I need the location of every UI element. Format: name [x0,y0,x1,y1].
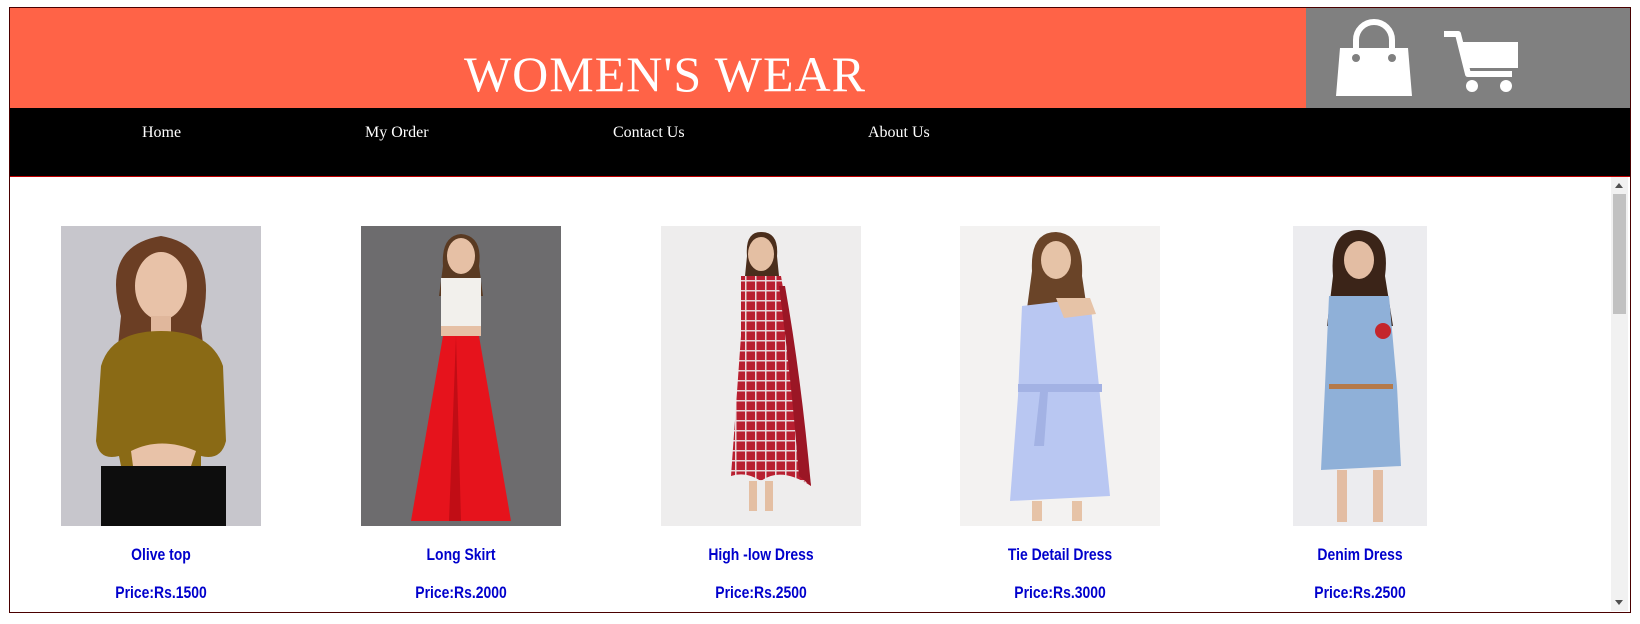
nav-contact-us[interactable]: Contact Us [613,124,685,142]
product-name[interactable]: Long Skirt [363,545,560,565]
content-scrollbar[interactable] [1611,177,1628,611]
product-image[interactable] [61,226,261,526]
main-nav: Home My Order Contact Us About Us [10,108,1630,176]
product-image[interactable] [960,226,1160,526]
shopping-cart-icon[interactable] [1442,28,1522,103]
product-name[interactable]: Olive top [63,545,260,565]
nav-my-order[interactable]: My Order [365,124,429,142]
scroll-down-arrow-icon[interactable] [1615,600,1623,605]
nav-about-us[interactable]: About Us [868,124,930,142]
shopping-bag-icon[interactable] [1334,18,1414,103]
product-name[interactable]: High -low Dress [663,545,860,565]
product-price: Price:Rs.2000 [415,583,507,602]
product-image[interactable] [361,226,561,526]
product-image[interactable] [1293,226,1427,526]
product-price: Price:Rs.3000 [1014,583,1106,602]
product-image[interactable] [661,226,861,526]
site-title: WOMEN'S WEAR [463,46,866,102]
product-name[interactable]: Denim Dress [1262,545,1459,565]
product-name[interactable]: Tie Detail Dress [962,545,1159,565]
product-price: Price:Rs.1500 [115,583,207,602]
product-price: Price:Rs.2500 [715,583,807,602]
scrollbar-thumb[interactable] [1613,194,1626,314]
product-price: Price:Rs.2500 [1314,583,1406,602]
header-icon-panel [1306,8,1630,108]
nav-home[interactable]: Home [142,124,181,142]
scroll-up-arrow-icon[interactable] [1615,183,1623,188]
product-grid: Olive top Price:Rs.1500 Long Skirt Price… [10,176,1630,612]
